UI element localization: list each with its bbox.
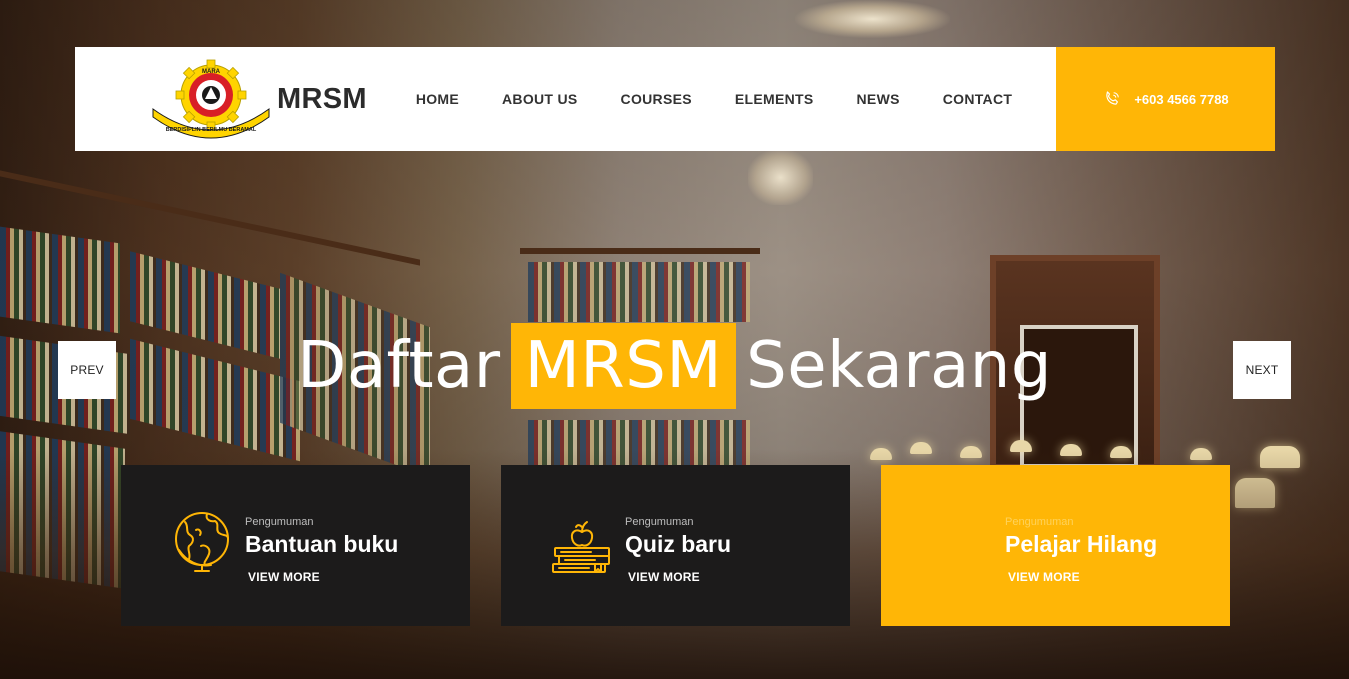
bookshelf — [528, 262, 750, 322]
chandelier-light — [795, 0, 950, 38]
bookshelf — [0, 226, 120, 334]
card-kicker: Pengumuman — [1005, 516, 1074, 528]
nav-news[interactable]: NEWS — [857, 91, 900, 107]
globe-icon — [175, 512, 229, 572]
site-logo[interactable]: MARA BERDISIPLIN BERILMU BERAMAL MRSM — [151, 59, 367, 139]
header-main: MARA BERDISIPLIN BERILMU BERAMAL MRSM HO… — [75, 47, 1056, 151]
brand-name[interactable]: MRSM — [277, 83, 367, 116]
svg-text:BERDISIPLIN BERILMU BERAMAL: BERDISIPLIN BERILMU BERAMAL — [166, 127, 257, 133]
chandelier-light — [748, 150, 813, 205]
site-header: MARA BERDISIPLIN BERILMU BERAMAL MRSM HO… — [75, 47, 1275, 151]
announcement-card[interactable]: Pengumuman Quiz baru VIEW MORE — [501, 465, 850, 626]
hero-title-after: Sekarang — [746, 329, 1052, 403]
svg-text:MARA: MARA — [202, 69, 221, 75]
announcement-card-active[interactable]: Pengumuman Pelajar Hilang VIEW MORE — [881, 465, 1230, 626]
phone-number[interactable]: +603 4566 7788 — [1134, 92, 1228, 107]
card-title[interactable]: Bantuan buku — [245, 531, 398, 558]
hero-title-highlight: MRSM — [510, 323, 737, 409]
announcement-cards: Pengumuman Bantuan buku VIEW MORE Pengum… — [121, 465, 1230, 626]
card-title[interactable]: Quiz baru — [625, 531, 731, 558]
books-apple-icon — [552, 521, 610, 573]
shelf-rail — [520, 248, 760, 254]
view-more-link[interactable]: VIEW MORE — [1008, 570, 1080, 584]
card-title[interactable]: Pelajar Hilang — [1005, 531, 1157, 558]
nav-contact[interactable]: CONTACT — [943, 91, 1013, 107]
nav-home[interactable]: HOME — [416, 91, 459, 107]
phone-contact[interactable]: +603 4566 7788 — [1056, 47, 1275, 151]
card-kicker: Pengumuman — [245, 516, 314, 528]
mara-emblem-icon: MARA BERDISIPLIN BERILMU BERAMAL — [152, 59, 270, 139]
hero-title-before: Daftar — [297, 329, 501, 403]
nav-elements[interactable]: ELEMENTS — [735, 91, 814, 107]
slider-prev-button[interactable]: PREV — [58, 341, 116, 399]
announcement-card[interactable]: Pengumuman Bantuan buku VIEW MORE — [121, 465, 470, 626]
nav-courses[interactable]: COURSES — [621, 91, 692, 107]
slider-next-button[interactable]: NEXT — [1233, 341, 1291, 399]
view-more-link[interactable]: VIEW MORE — [628, 570, 700, 584]
view-more-link[interactable]: VIEW MORE — [248, 570, 320, 584]
nav-about-us[interactable]: ABOUT US — [502, 91, 578, 107]
card-kicker: Pengumuman — [625, 516, 694, 528]
hero-title: Daftar MRSM Sekarang — [0, 323, 1349, 409]
phone-icon — [1106, 91, 1120, 105]
main-nav: HOME ABOUT US COURSES ELEMENTS NEWS CONT… — [416, 91, 1055, 107]
